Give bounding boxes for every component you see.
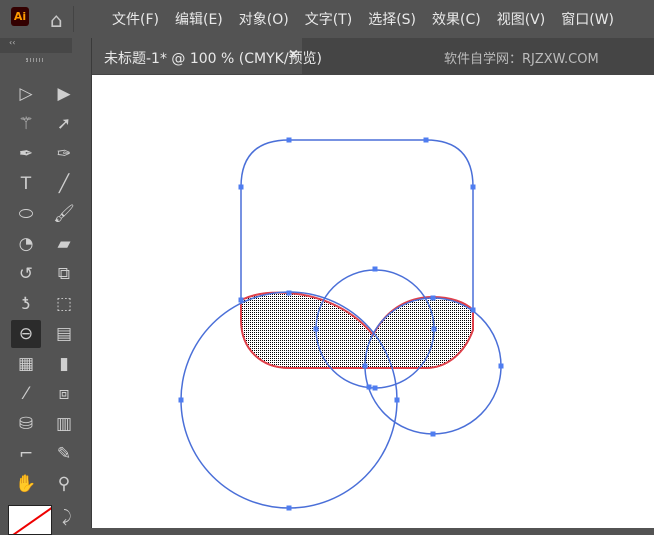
eraser-tool-icon[interactable]: ▰ (49, 230, 79, 258)
mesh-tool-icon[interactable]: ▦ (11, 350, 41, 378)
artboard-canvas[interactable] (92, 75, 654, 528)
anchor-point[interactable] (238, 297, 244, 303)
menu-object[interactable]: 对象(O) (239, 9, 289, 29)
artwork (178, 137, 504, 511)
column-graph-tool-icon[interactable]: ▥ (49, 410, 79, 438)
swap-fill-stroke-icon[interactable]: ⤸ (62, 507, 72, 527)
anchor-point[interactable] (178, 397, 184, 403)
anchor-point[interactable] (372, 385, 378, 391)
fill-stroke-swatch[interactable] (8, 505, 52, 535)
rounded-rectangle[interactable] (240, 139, 474, 310)
document-tab[interactable]: 未标题-1* @ 100 % (CMYK/预览) × (92, 38, 322, 74)
anchor-point[interactable] (238, 184, 244, 190)
menu-edit[interactable]: 编辑(E) (175, 9, 223, 29)
scale-tool-icon[interactable]: ⧉ (49, 260, 79, 288)
anchor-point[interactable] (423, 137, 429, 143)
menu-select[interactable]: 选择(S) (368, 9, 416, 29)
anchor-point[interactable] (286, 505, 292, 511)
collapse-panel-button[interactable]: ‹‹ (0, 38, 72, 53)
highlighted-region[interactable] (240, 291, 474, 369)
panel-grip[interactable] (26, 58, 44, 62)
eyedropper-tool-icon[interactable]: ⁄ (11, 380, 41, 408)
anchor-point[interactable] (366, 384, 372, 390)
slice-tool-icon[interactable]: ✎ (49, 440, 79, 468)
anchor-point[interactable] (430, 431, 436, 437)
menu-bar: Ai ⌂ 文件(F) 编辑(E) 对象(O) 文字(T) 选择(S) 效果(C)… (0, 0, 654, 38)
tab-bar: 未标题-1* @ 100 % (CMYK/预览) × 软件自学网：RJZXW.C… (92, 38, 654, 75)
ellipse-tool-icon[interactable]: ⬭ (11, 200, 41, 228)
lasso-tool-icon[interactable]: ➚ (49, 110, 79, 138)
anchor-point[interactable] (372, 266, 378, 272)
hand-tool-icon[interactable]: ✋ (11, 470, 41, 498)
menu-effect[interactable]: 效果(C) (432, 9, 481, 29)
anchor-point[interactable] (362, 363, 368, 369)
direct-selection-tool-icon[interactable]: ▶ (49, 80, 79, 108)
tools-panel: ‹‹ ▷ ▶ ⚚ ➚ ✒ ✑ T ╱ ⬭ 🖌 ◔ ▰ ↺ ⧉ ƾ ⬚ ⊖ ▤ ▦ ▮ ⁄ ⧈ ⛁ ▥ ⌐ ✎ ✋ ⚲ ⤸ (0, 38, 92, 535)
anchor-point[interactable] (313, 326, 319, 332)
paintbrush-tool-icon[interactable]: 🖌 (49, 200, 79, 228)
menu-file[interactable]: 文件(F) (112, 9, 159, 29)
pen-tool-icon[interactable]: ✒ (11, 140, 41, 168)
divider (73, 6, 74, 32)
artboard-tool-icon[interactable]: ⌐ (11, 440, 41, 468)
anchor-point[interactable] (470, 184, 476, 190)
home-icon[interactable]: ⌂ (50, 8, 63, 32)
app-logo: Ai (11, 7, 29, 26)
close-tab-icon[interactable]: × (288, 47, 299, 62)
perspective-grid-tool-icon[interactable]: ▤ (49, 320, 79, 348)
zoom-tool-icon[interactable]: ⚲ (49, 470, 79, 498)
symbol-sprayer-tool-icon[interactable]: ⛁ (11, 410, 41, 438)
free-transform-tool-icon[interactable]: ⬚ (49, 290, 79, 318)
anchor-point[interactable] (498, 363, 504, 369)
shaper-tool-icon[interactable]: ◔ (11, 230, 41, 258)
curvature-tool-icon[interactable]: ✑ (49, 140, 79, 168)
anchor-point[interactable] (430, 295, 436, 301)
gradient-tool-icon[interactable]: ▮ (49, 350, 79, 378)
rotate-tool-icon[interactable]: ↺ (11, 260, 41, 288)
menu-type[interactable]: 文字(T) (305, 9, 352, 29)
anchor-point[interactable] (431, 326, 437, 332)
shape-builder-tool-icon[interactable]: ⊖ (11, 320, 41, 348)
blend-tool-icon[interactable]: ⧈ (49, 380, 79, 408)
anchor-point[interactable] (394, 397, 400, 403)
magic-wand-tool-icon[interactable]: ⚚ (11, 110, 41, 138)
type-tool-icon[interactable]: T (11, 170, 41, 198)
anchor-point[interactable] (286, 137, 292, 143)
menu-view[interactable]: 视图(V) (497, 9, 546, 29)
anchor-point[interactable] (286, 290, 292, 296)
watermark-text: 软件自学网：RJZXW.COM (444, 52, 599, 67)
selection-tool-icon[interactable]: ▷ (11, 80, 41, 108)
line-tool-icon[interactable]: ╱ (49, 170, 79, 198)
anchor-point[interactable] (470, 307, 476, 313)
puppet-warp-tool-icon[interactable]: ƾ (11, 290, 41, 318)
menu-window[interactable]: 窗口(W) (561, 9, 614, 29)
